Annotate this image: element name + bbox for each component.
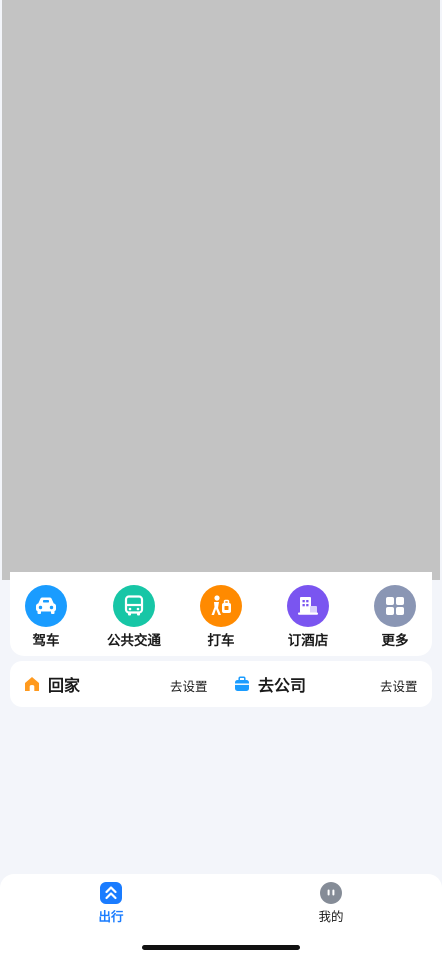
go-home-shortcut[interactable]: 回家	[24, 661, 80, 707]
public-transit-button[interactable]: 公共交通	[94, 585, 174, 649]
quick-actions-panel: 驾车 公共交通 打车 订酒店 更多	[10, 572, 432, 656]
home-set-link[interactable]: 去设置	[170, 676, 208, 695]
home-title: 回家	[48, 676, 81, 695]
book-hotel-button[interactable]: 订酒店	[268, 585, 348, 649]
grid-icon	[374, 585, 416, 627]
address-shortcuts: 回家 去设置 去公司 去设置	[10, 661, 432, 707]
taxi-icon	[200, 585, 242, 627]
drive-button[interactable]: 驾车	[6, 585, 86, 649]
tab-profile[interactable]: 我的	[291, 882, 371, 925]
public-transit-label: 公共交通	[107, 633, 161, 649]
go-to-work-shortcut[interactable]: 去公司	[234, 661, 306, 707]
home-indicator	[142, 945, 300, 950]
map-view[interactable]	[2, 0, 440, 580]
taxi-button[interactable]: 打车	[181, 585, 261, 649]
more-button[interactable]: 更多	[355, 585, 435, 649]
home-icon	[24, 676, 40, 692]
more-label: 更多	[381, 633, 409, 649]
work-title: 去公司	[258, 676, 307, 695]
bus-icon	[113, 585, 155, 627]
tab-travel-label: 出行	[98, 909, 124, 924]
tab-travel[interactable]: 出行	[71, 882, 151, 925]
hotel-icon	[287, 585, 329, 627]
route-icon	[71, 882, 151, 904]
tab-profile-label: 我的	[318, 909, 344, 924]
taxi-label: 打车	[207, 633, 235, 649]
briefcase-icon	[234, 676, 250, 692]
profile-icon	[291, 882, 371, 904]
drive-label: 驾车	[32, 633, 60, 649]
book-hotel-label: 订酒店	[287, 633, 329, 649]
work-set-link[interactable]: 去设置	[380, 676, 418, 695]
car-icon	[25, 585, 67, 627]
